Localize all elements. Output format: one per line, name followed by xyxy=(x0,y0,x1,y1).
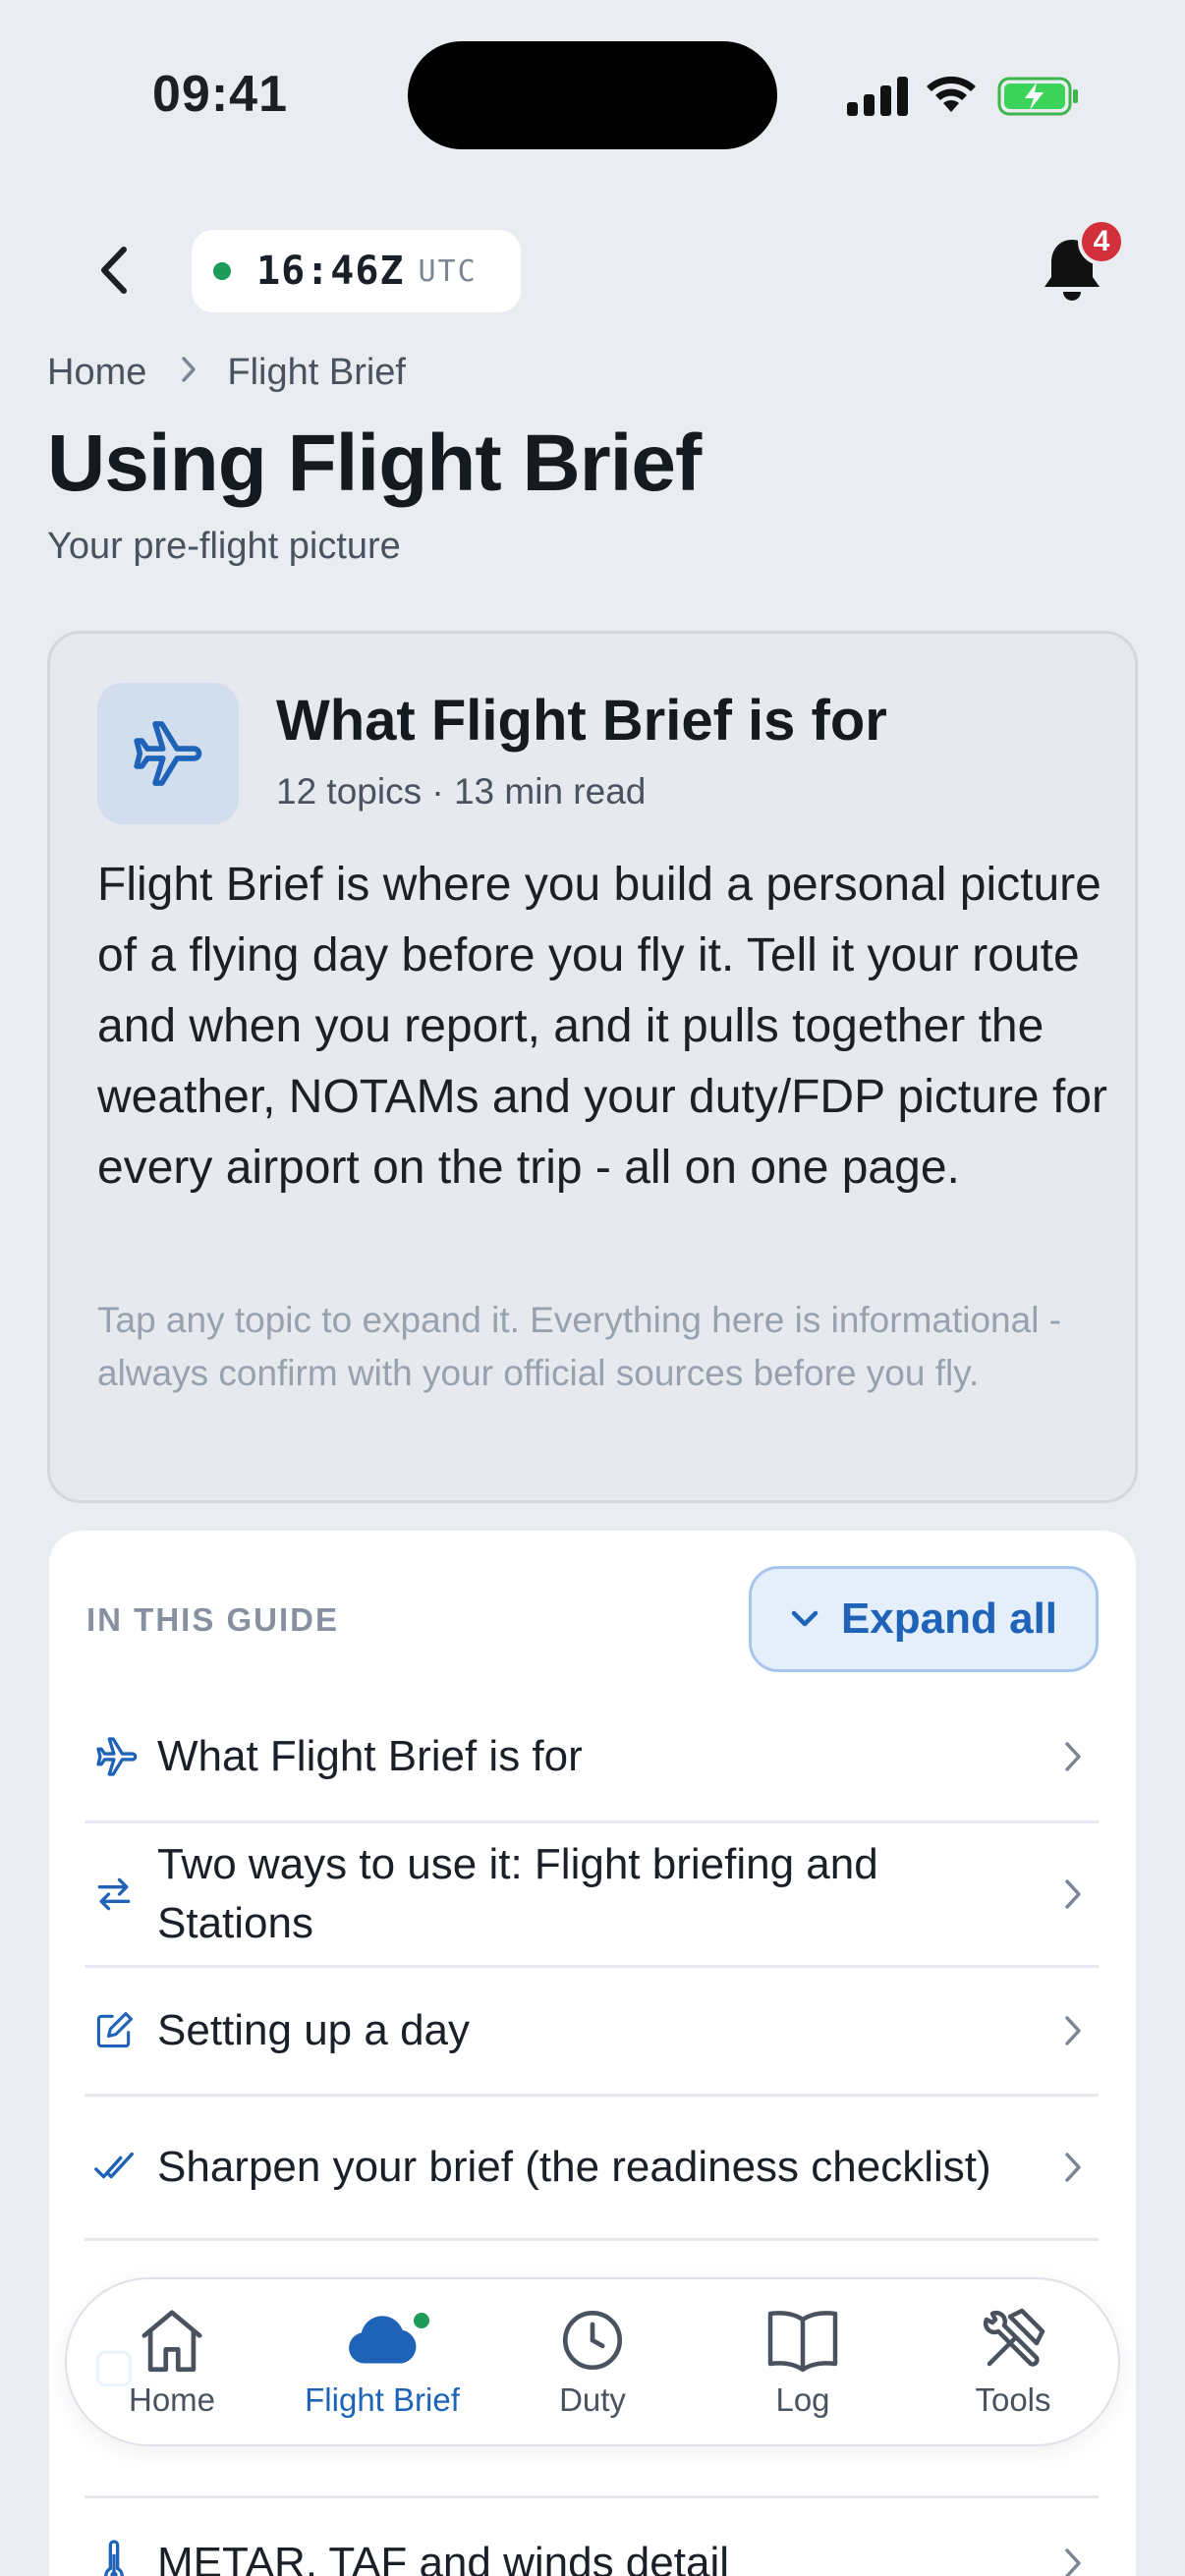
breadcrumb-separator-icon xyxy=(180,354,198,392)
utc-label: UTC xyxy=(418,253,478,289)
utc-clock[interactable]: 16:46Z UTC xyxy=(192,230,521,312)
guide-item-sharpen-your-brief[interactable]: Sharpen your brief (the readiness checkl… xyxy=(85,2097,1099,2241)
swap-arrows-icon xyxy=(85,1873,157,1916)
nav-item-flight-brief[interactable]: Flight Brief xyxy=(277,2279,487,2444)
chevron-right-icon xyxy=(1065,1742,1081,1771)
utc-time: 16:46Z xyxy=(256,249,405,294)
guide-item-two-ways[interactable]: Two ways to use it: Flight briefing and … xyxy=(85,1823,1099,1968)
nav-item-tools[interactable]: Tools xyxy=(908,2279,1118,2444)
nav-label: Home xyxy=(128,2381,216,2418)
flight-brief-status-dot xyxy=(410,2309,433,2332)
airplane-icon xyxy=(85,1732,157,1781)
back-button[interactable] xyxy=(79,236,147,305)
nav-label: Tools xyxy=(975,2381,1051,2418)
notification-badge: 4 xyxy=(1078,218,1125,265)
chevron-right-icon xyxy=(1065,1879,1081,1909)
breadcrumb: Home Flight Brief xyxy=(47,352,406,394)
intro-meta: 12 topics · 13 min read xyxy=(276,771,647,812)
thermometer-icon xyxy=(85,2539,157,2576)
nav-label: Duty xyxy=(559,2381,626,2418)
guide-item-label: What Flight Brief is for xyxy=(157,1732,583,1780)
nav-item-duty[interactable]: Duty xyxy=(487,2279,698,2444)
intro-body: Flight Brief is where you build a person… xyxy=(97,859,1107,1194)
nav-item-home[interactable]: Home xyxy=(67,2279,277,2444)
edit-icon xyxy=(85,2009,157,2052)
expand-all-button[interactable]: Expand all xyxy=(749,1566,1099,1672)
intro-note: Tap any topic to expand it. Everything h… xyxy=(97,1300,1062,1393)
breadcrumb-current: Flight Brief xyxy=(227,352,406,393)
guide-label: IN THIS GUIDE xyxy=(86,1601,340,1638)
guide-item-metar-taf-winds[interactable]: METAR, TAF and winds detail xyxy=(85,2498,1099,2576)
status-time: 09:41 xyxy=(152,66,288,123)
home-icon xyxy=(141,2310,202,2373)
status-bar: 09:41 xyxy=(0,0,1185,187)
chevron-right-icon xyxy=(1065,2153,1081,2182)
book-icon xyxy=(767,2311,838,2373)
page-subtitle: Your pre-flight picture xyxy=(47,526,401,567)
cellular-signal-icon xyxy=(847,77,908,116)
guide-item-setting-up-a-day[interactable]: Setting up a day xyxy=(85,1968,1099,2097)
bottom-nav: Home Flight Brief Duty Log Tools xyxy=(65,2277,1120,2446)
page-title: Using Flight Brief xyxy=(47,419,702,508)
guide-item-what-flight-brief-is-for[interactable]: What Flight Brief is for xyxy=(85,1693,1099,1823)
guide-item-label: METAR, TAF and winds detail xyxy=(157,2538,729,2576)
wifi-icon xyxy=(927,76,976,112)
intro-title: What Flight Brief is for xyxy=(276,689,887,753)
intro-card: What Flight Brief is for 12 topics · 13 … xyxy=(47,631,1138,1503)
chevron-down-icon xyxy=(791,1610,818,1627)
nav-label: Log xyxy=(775,2381,830,2418)
chevron-right-icon xyxy=(1065,2016,1081,2045)
breadcrumb-home[interactable]: Home xyxy=(47,352,146,394)
chevron-right-icon xyxy=(1065,2548,1081,2576)
guide-item-label: Setting up a day xyxy=(157,2006,471,2054)
airplane-icon xyxy=(134,721,202,786)
double-check-icon xyxy=(85,2145,157,2190)
online-status-dot xyxy=(213,262,231,280)
dynamic-island xyxy=(408,41,777,149)
battery-charging-icon xyxy=(997,77,1078,116)
tools-icon xyxy=(983,2308,1045,2367)
clock-icon xyxy=(562,2310,623,2371)
guide-item-label: Two ways to use it: Flight briefing and … xyxy=(157,1840,878,1947)
chevron-left-icon xyxy=(101,247,127,294)
expand-all-label: Expand all xyxy=(840,1595,1058,1643)
nav-label: Flight Brief xyxy=(305,2381,460,2418)
guide-item-label: Sharpen your brief (the readiness checkl… xyxy=(157,2143,991,2191)
intro-icon-box xyxy=(97,683,239,824)
nav-item-log[interactable]: Log xyxy=(698,2279,908,2444)
